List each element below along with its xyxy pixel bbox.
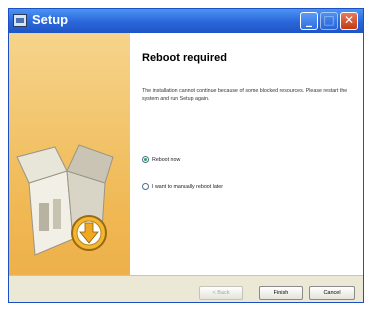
footer-divider	[9, 275, 363, 276]
wizard-side-panel	[9, 33, 130, 275]
page-title: Reboot required	[142, 52, 227, 64]
reboot-later-option[interactable]: I want to manually reboot later	[142, 183, 223, 190]
minimize-button[interactable]: _	[300, 12, 318, 30]
close-button[interactable]: ✕	[340, 12, 358, 30]
title-bar: Setup _ □ ✕	[9, 9, 363, 33]
window-title: Setup	[32, 12, 69, 27]
maximize-button[interactable]: □	[320, 12, 338, 30]
reboot-now-label: Reboot now	[152, 156, 181, 163]
setup-window: Setup _ □ ✕ Reboot required The installa…	[8, 8, 364, 303]
page-description: The installation cannot continue because…	[142, 88, 348, 102]
wizard-content: Reboot required The installation cannot …	[130, 33, 363, 275]
reboot-now-radio[interactable]	[142, 156, 149, 163]
reboot-later-label: I want to manually reboot later	[152, 183, 223, 190]
finish-button[interactable]: Finish	[259, 286, 303, 300]
setup-app-icon	[13, 14, 27, 27]
installer-box-icon	[16, 144, 114, 256]
reboot-later-radio[interactable]	[142, 183, 149, 190]
cancel-button[interactable]: Cancel	[309, 286, 355, 300]
reboot-now-option[interactable]: Reboot now	[142, 156, 180, 163]
back-button[interactable]: < Back	[199, 286, 243, 300]
